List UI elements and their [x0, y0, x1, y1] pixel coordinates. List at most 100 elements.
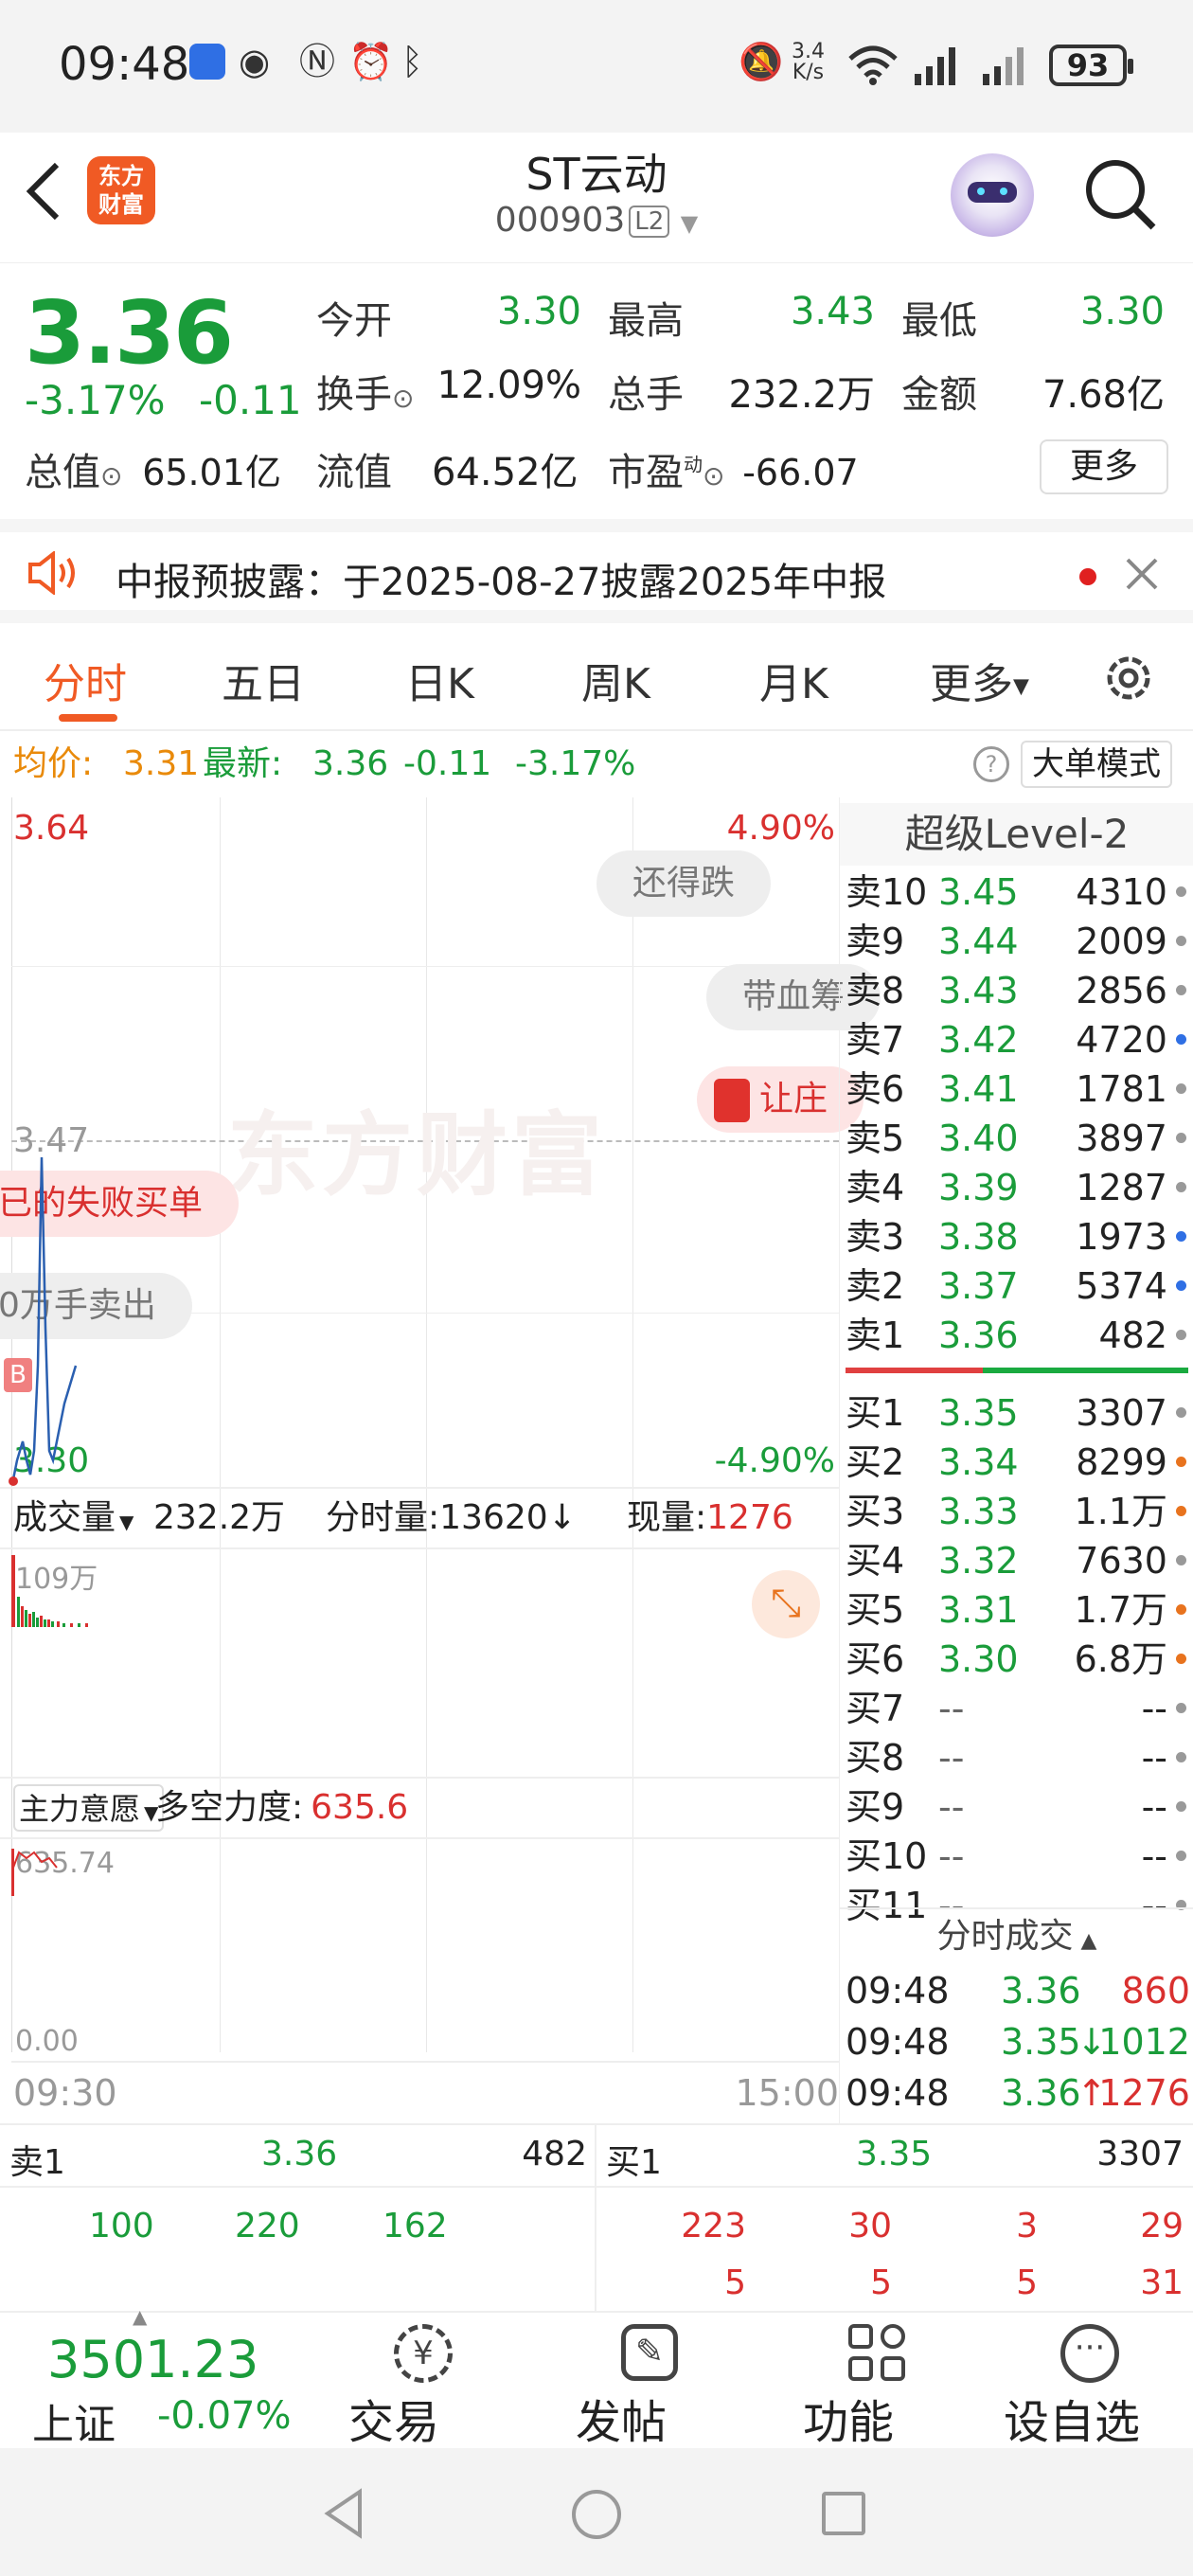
detail-divider [595, 2125, 596, 2313]
high-label: 最高 [608, 299, 684, 343]
bid-level: 买10 [846, 1835, 928, 1877]
alarm-icon: ⏰ [348, 41, 394, 82]
tick-volume-arrow: ↓ [547, 1498, 577, 1537]
back-triangle-icon[interactable] [322, 2488, 365, 2539]
ask-row[interactable]: 卖4 3.39 1287 [840, 1163, 1193, 1212]
add-watchlist-label: 设自选 [1004, 2396, 1141, 2449]
chart-tabs: 分时 五日 日K 周K 月K 更多▼ [0, 623, 1193, 731]
avg-price-bar: 均价: 3.31 最新: 3.36 -0.11 -3.17% ? 大单模式 [0, 731, 1193, 797]
tab-monthly-k[interactable]: 月K [759, 650, 828, 710]
status-dot [1176, 936, 1186, 946]
ask-row[interactable]: 卖1 3.36 482 [840, 1311, 1193, 1360]
post-button[interactable]: ✎ 发帖 [536, 2313, 763, 2450]
status-dot [1176, 1604, 1186, 1615]
trade-price: 3.35 [1001, 2021, 1081, 2063]
close-icon[interactable] [1125, 557, 1159, 591]
tab-weekly-k[interactable]: 周K [581, 650, 650, 710]
intraday-chart[interactable]: 东方财富 3.64 4.90% 3.47 3.30 -4.90% 还得跌 带血筹… [0, 797, 881, 2123]
expand-icon[interactable]: ⤡ [752, 1570, 820, 1638]
caret-down-icon: ▼ [1013, 674, 1029, 699]
tab-intraday[interactable]: 分时 [44, 650, 127, 710]
detail-header-line [0, 2186, 1193, 2188]
pe-value: -66.07 [742, 452, 859, 493]
trade-row: 09:48 3.35 ↓ 1012 [840, 2017, 1193, 2066]
gear-icon[interactable] [1100, 650, 1157, 707]
recents-square-icon[interactable] [822, 2492, 865, 2535]
bid-price: -- [938, 1737, 965, 1779]
bid-volume: -- [1141, 1835, 1167, 1877]
mktcap-value: 65.01亿 [142, 452, 281, 493]
ask-queue-item: 100 [89, 2207, 154, 2245]
ask-row[interactable]: 卖7 3.42 4720 [840, 1015, 1193, 1064]
bid-level: 买2 [846, 1441, 905, 1483]
ask-row[interactable]: 卖6 3.41 1781 [840, 1064, 1193, 1114]
pct-axis-top: 4.90% [726, 809, 835, 848]
bid-row[interactable]: 买6 3.30 6.8万 [840, 1635, 1193, 1684]
trade-time: 09:48 [846, 2072, 950, 2114]
indicator-selector[interactable]: 主力意愿 ▼ [13, 1784, 165, 1832]
indicator-value: 635.6 [311, 1788, 409, 1827]
tab-more[interactable]: 更多▼ [930, 650, 1029, 710]
add-watchlist-button[interactable]: ··· 设自选 [990, 2313, 1193, 2450]
trade-row: 09:48 3.36 860 [840, 1966, 1193, 2015]
indicator-baseline [11, 2061, 839, 2063]
bid-queue-item: 5 [724, 2263, 746, 2302]
tab-5day[interactable]: 五日 [222, 650, 305, 710]
ask-volume: 4310 [1076, 871, 1167, 913]
tab-daily-k[interactable]: 日K [405, 650, 474, 710]
pct-axis-bottom: -4.90% [714, 1441, 835, 1480]
change-value: -0.11 [198, 377, 302, 423]
ask-level: 卖1 [846, 1315, 905, 1356]
ask-row[interactable]: 卖9 3.44 2009 [840, 917, 1193, 966]
current-volume-value: 1276 [706, 1498, 793, 1537]
bid-row[interactable]: 买1 3.35 3307 [840, 1388, 1193, 1438]
open-label: 今开 [316, 299, 392, 343]
search-icon[interactable] [1083, 157, 1159, 233]
ask-row[interactable]: 卖3 3.38 1973 [840, 1212, 1193, 1261]
big-order-button[interactable]: 大单模式 [1021, 741, 1172, 788]
pe-label-group: 市盈动⊙ -66.07 [608, 441, 859, 496]
bid-row[interactable]: 买2 3.34 8299 [840, 1438, 1193, 1487]
bid-row[interactable]: 买5 3.31 1.7万 [840, 1585, 1193, 1635]
bid-level: 买9 [846, 1786, 905, 1828]
robot-avatar-icon[interactable] [951, 153, 1034, 237]
indicator-reading: 多空力度: 635.6 [155, 1779, 408, 1837]
ask-price: 3.36 [938, 1315, 1019, 1356]
more-button[interactable]: 更多 [1040, 439, 1168, 494]
bid-row[interactable]: 买3 3.33 1.1万 [840, 1487, 1193, 1536]
trade-price: 3.36 [1001, 1970, 1081, 2012]
bid-row[interactable]: 买7 -- -- [840, 1684, 1193, 1733]
bluetooth-icon: ᛒ [401, 41, 423, 82]
info-icon[interactable]: ⊙ [703, 460, 724, 492]
ask-volume: 482 [1098, 1315, 1167, 1356]
bid-row[interactable]: 买8 -- -- [840, 1733, 1193, 1782]
notice-bar[interactable]: 中报预披露：于2025-08-27披露2025年中报 [0, 519, 1193, 623]
ask-row[interactable]: 卖10 3.45 4310 [840, 868, 1193, 917]
volume-selector[interactable]: 成交量 ▼ [13, 1489, 134, 1551]
turnover-label-group: 换手⊙ [316, 364, 414, 419]
function-button[interactable]: 功能 [763, 2313, 990, 2450]
bid-row[interactable]: 买9 -- -- [840, 1782, 1193, 1832]
bid-row[interactable]: 买4 3.32 7630 [840, 1536, 1193, 1585]
comment-bubble[interactable]: 还得跌 [596, 850, 772, 917]
ask-row[interactable]: 卖5 3.40 3897 [840, 1114, 1193, 1163]
ask-row[interactable]: 卖2 3.37 5374 [840, 1261, 1193, 1311]
ask1-volume: 482 [522, 2135, 587, 2174]
info-icon[interactable]: ⊙ [392, 383, 414, 414]
order-book-title[interactable]: 超级Level-2 [840, 803, 1193, 866]
help-icon[interactable]: ? [973, 746, 1009, 782]
trade-button[interactable]: ¥ 交易 [309, 2313, 536, 2450]
bid-queue-item: 5 [1016, 2263, 1038, 2302]
current-volume: 现量:1276 [627, 1489, 793, 1547]
status-dot [1176, 1752, 1186, 1762]
indicator-line [11, 1849, 58, 1896]
bid-row[interactable]: 买10 -- -- [840, 1832, 1193, 1881]
book-divider [846, 1368, 1188, 1373]
ask-row[interactable]: 卖8 3.43 2856 [840, 966, 1193, 1015]
bid-volume: -- [1141, 1737, 1167, 1779]
index-widget[interactable]: ▲ 3501.23 上证 -0.07% [0, 2305, 309, 2450]
info-icon[interactable]: ⊙ [100, 460, 122, 492]
home-circle-icon[interactable] [572, 2490, 621, 2539]
status-dot [1176, 1407, 1186, 1418]
trades-header[interactable]: 分时成交 ▲ [840, 1907, 1193, 1962]
